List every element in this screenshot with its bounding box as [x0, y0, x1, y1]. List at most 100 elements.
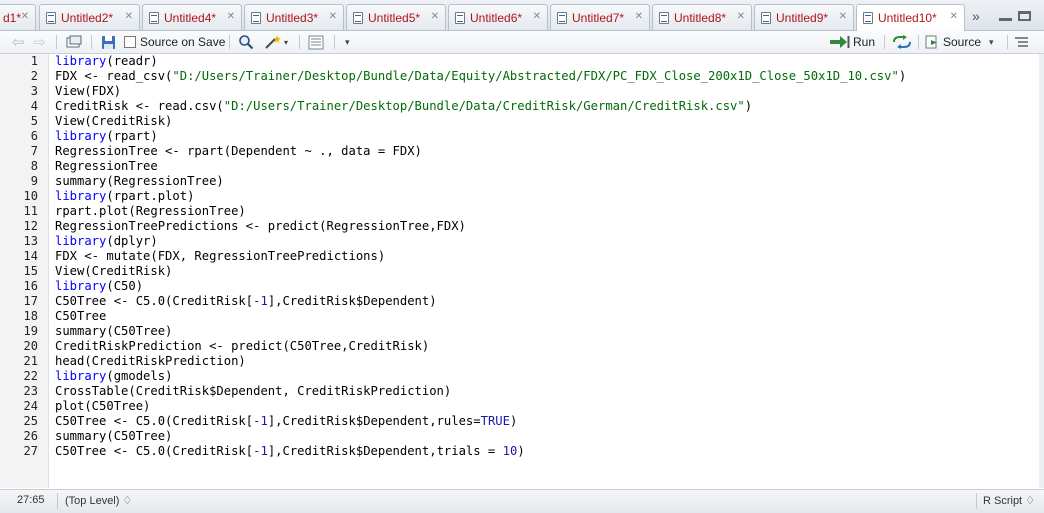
code-line[interactable]: CrossTable(CreditRisk$Dependent, CreditR…: [55, 384, 451, 399]
more-tabs-icon[interactable]: »: [972, 8, 980, 24]
r-document-icon: [659, 11, 669, 24]
file-type-selector[interactable]: R Script ♢: [983, 494, 1035, 507]
code-line[interactable]: C50Tree <- C5.0(CreditRisk[-1],CreditRis…: [55, 294, 437, 309]
tab-untitled9[interactable]: Untitled9* ✕: [754, 4, 854, 30]
code-line[interactable]: FDX <- read_csv("D:/Users/Trainer/Deskto…: [55, 69, 906, 84]
code-line[interactable]: plot(C50Tree): [55, 399, 150, 414]
code-line[interactable]: C50Tree: [55, 309, 106, 324]
close-icon[interactable]: ✕: [737, 11, 745, 22]
outline-menu-icon[interactable]: [1015, 34, 1028, 50]
tab-untitled3[interactable]: Untitled3* ✕: [244, 4, 344, 30]
checkbox[interactable]: [124, 36, 136, 48]
close-icon[interactable]: ✕: [329, 11, 337, 22]
run-button[interactable]: Run: [830, 34, 875, 50]
tab-untitled7[interactable]: Untitled7* ✕: [550, 4, 650, 30]
run-label: Run: [853, 35, 876, 49]
source-button[interactable]: Source ▾: [925, 34, 994, 50]
r-document-icon: [455, 11, 465, 24]
close-icon[interactable]: ✕: [125, 11, 133, 22]
minimize-icon[interactable]: [999, 18, 1012, 21]
code-line[interactable]: View(FDX): [55, 84, 121, 99]
code-line[interactable]: C50Tree <- C5.0(CreditRisk[-1],CreditRis…: [55, 444, 525, 459]
editor-toolbar: ⇦ ⇨ Source on Save ▾ ▾ Run Source ▾: [0, 31, 1044, 54]
line-number: 21: [23, 354, 38, 368]
code-line[interactable]: library(C50): [55, 279, 143, 294]
r-document-icon: [251, 11, 261, 24]
close-icon[interactable]: ✕: [533, 11, 541, 22]
line-number: 3: [30, 84, 38, 98]
code-line[interactable]: RegressionTree: [55, 159, 158, 174]
tab-untitled2[interactable]: Untitled2* ✕: [39, 4, 140, 30]
close-icon[interactable]: ✕: [21, 11, 29, 22]
tab-label: Untitled3*: [266, 10, 319, 25]
line-number: 18: [23, 309, 38, 323]
tab-untitled5[interactable]: Untitled5* ✕: [346, 4, 446, 30]
save-icon[interactable]: [101, 34, 116, 50]
chevron-down-icon[interactable]: ▾: [345, 34, 350, 50]
tab-d1[interactable]: d1* ✕: [0, 4, 36, 30]
magic-wand-icon[interactable]: ▾: [263, 34, 288, 50]
tab-label: Untitled9*: [776, 10, 829, 25]
rerun-icon[interactable]: [892, 34, 912, 50]
close-icon[interactable]: ✕: [839, 11, 847, 22]
close-icon[interactable]: ✕: [950, 11, 958, 22]
back-arrow-icon[interactable]: ⇦: [12, 34, 25, 51]
code-line[interactable]: CreditRisk <- read.csv("D:/Users/Trainer…: [55, 99, 752, 114]
code-line[interactable]: head(CreditRiskPrediction): [55, 354, 246, 369]
code-line[interactable]: summary(C50Tree): [55, 324, 172, 339]
show-in-window-icon[interactable]: [66, 34, 82, 50]
maximize-icon[interactable]: [1018, 11, 1031, 21]
close-icon[interactable]: ✕: [431, 11, 439, 22]
tab-untitled8[interactable]: Untitled8* ✕: [652, 4, 752, 30]
line-number: 27: [23, 444, 38, 458]
code-editor[interactable]: library(readr) FDX <- read_csv("D:/Users/…: [49, 54, 1039, 488]
search-icon[interactable]: [238, 34, 254, 50]
line-number: 4: [30, 99, 38, 113]
r-document-icon: [149, 11, 159, 24]
chevron-down-icon[interactable]: ▾: [989, 37, 994, 48]
code-line[interactable]: rpart.plot(RegressionTree): [55, 204, 246, 219]
line-number: 7: [30, 144, 38, 158]
code-line[interactable]: library(rpart): [55, 129, 158, 144]
code-line[interactable]: summary(RegressionTree): [55, 174, 224, 189]
tab-untitled6[interactable]: Untitled6* ✕: [448, 4, 548, 30]
code-line[interactable]: library(gmodels): [55, 369, 172, 384]
line-number: 13: [23, 234, 38, 248]
r-document-icon: [761, 11, 771, 24]
line-number: 16: [23, 279, 38, 293]
code-line[interactable]: summary(C50Tree): [55, 429, 172, 444]
chevron-down-icon[interactable]: ▾: [284, 38, 288, 47]
line-number: 2: [30, 69, 38, 83]
code-line[interactable]: library(dplyr): [55, 234, 158, 249]
code-line[interactable]: library(rpart.plot): [55, 189, 194, 204]
source-on-save-toggle[interactable]: Source on Save: [124, 34, 225, 50]
code-line[interactable]: RegressionTree <- rpart(Dependent ~ ., d…: [55, 144, 422, 159]
line-number: 24: [23, 399, 38, 413]
line-number: 19: [23, 324, 38, 338]
code-line[interactable]: View(CreditRisk): [55, 114, 172, 129]
line-number: 20: [23, 339, 38, 353]
scope-selector[interactable]: (Top Level) ♢: [65, 494, 132, 507]
r-document-icon: [46, 11, 56, 24]
vertical-scrollbar[interactable]: [1039, 54, 1044, 488]
cursor-position: 27:65: [17, 494, 45, 506]
code-line[interactable]: FDX <- mutate(FDX, RegressionTreePredict…: [55, 249, 385, 264]
close-icon[interactable]: ✕: [635, 11, 643, 22]
line-number: 17: [23, 294, 38, 308]
tab-untitled10[interactable]: Untitled10* ✕: [856, 4, 965, 31]
code-line[interactable]: library(readr): [55, 54, 158, 69]
tab-untitled4[interactable]: Untitled4* ✕: [142, 4, 242, 30]
tab-label: Untitled8*: [674, 10, 727, 25]
code-line[interactable]: C50Tree <- C5.0(CreditRisk[-1],CreditRis…: [55, 414, 517, 429]
close-icon[interactable]: ✕: [227, 11, 235, 22]
code-line[interactable]: View(CreditRisk): [55, 264, 172, 279]
r-document-icon: [353, 11, 363, 24]
code-line[interactable]: CreditRiskPrediction <- predict(C50Tree,…: [55, 339, 429, 354]
tab-label: Untitled6*: [470, 10, 523, 25]
code-line[interactable]: RegressionTreePredictions <- predict(Reg…: [55, 219, 466, 234]
compile-report-icon[interactable]: [308, 34, 324, 50]
forward-arrow-icon[interactable]: ⇨: [33, 34, 46, 51]
tab-label: Untitled5*: [368, 10, 421, 25]
line-number: 8: [30, 159, 38, 173]
line-number: 15: [23, 264, 38, 278]
